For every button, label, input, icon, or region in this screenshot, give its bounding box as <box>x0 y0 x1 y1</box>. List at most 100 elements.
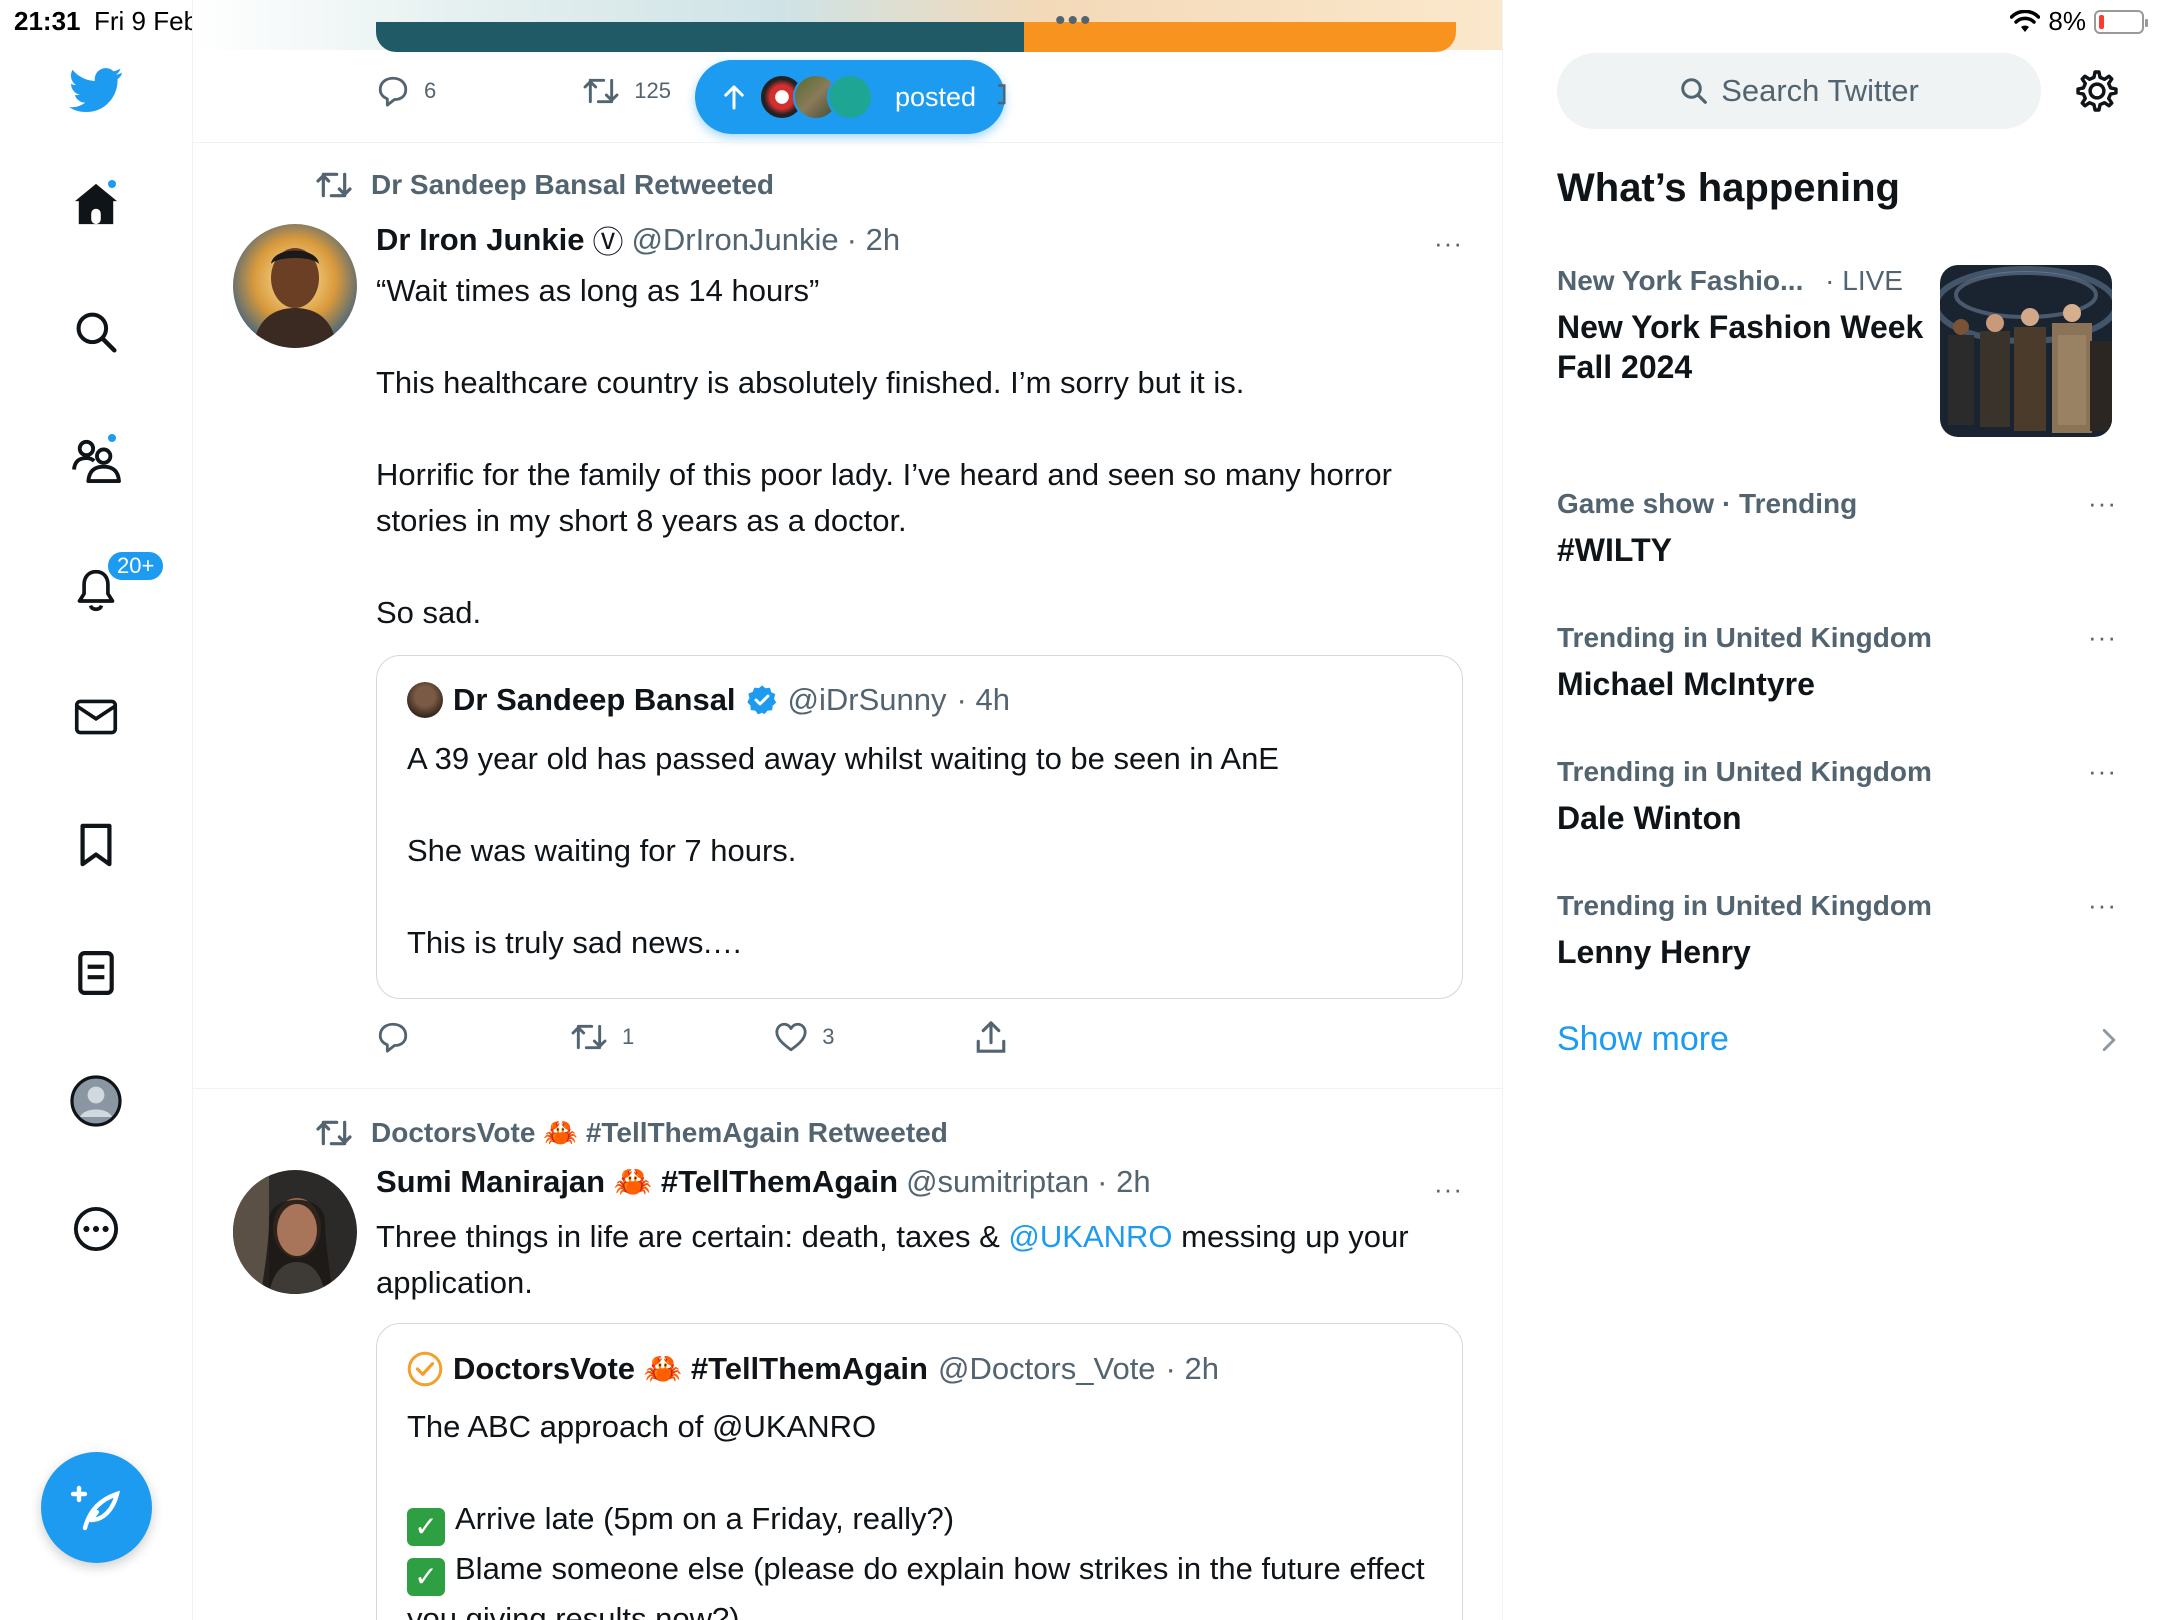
trend-name: #WILTY <box>1557 532 1672 568</box>
left-nav: 20+ <box>0 0 193 1620</box>
quoted-tweet[interactable]: DoctorsVote 🦀 #TellThemAgain @Doctors_Vo… <box>376 1323 1463 1620</box>
author-avatar[interactable] <box>233 224 357 348</box>
author-handle[interactable]: @sumitriptan <box>906 1164 1089 1200</box>
author-name[interactable]: Dr Iron Junkie <box>376 222 584 258</box>
notifications-badge: 20+ <box>106 550 166 582</box>
compose-tweet-button[interactable] <box>41 1452 152 1563</box>
reply-button[interactable] <box>376 1020 410 1054</box>
quoted-text-line: A 39 year old has passed away whilst wai… <box>407 741 1279 776</box>
like-count: 3 <box>822 1024 835 1049</box>
quoted-tweet-text: A 39 year old has passed away whilst wai… <box>407 736 1437 966</box>
verified-badge-icon: Ⓥ <box>592 225 624 260</box>
explore-search-icon[interactable] <box>66 302 126 362</box>
quoted-tweet-header: DoctorsVote 🦀 #TellThemAgain @Doctors_Vo… <box>407 1350 1219 1387</box>
more-options-icon[interactable] <box>66 1199 126 1259</box>
reply-button[interactable]: 6 <box>376 74 436 108</box>
share-icon <box>976 1021 1005 1053</box>
retweet-button[interactable]: 1 <box>570 1021 634 1053</box>
retweet-count: 1 <box>622 1024 635 1049</box>
trend-more-icon[interactable]: ··· <box>2088 622 2117 653</box>
trend-item[interactable]: Trending in United Kingdom Michael McInt… <box>1557 622 2117 704</box>
trend-item[interactable]: Trending in United Kingdom Lenny Henry ·… <box>1557 890 2117 972</box>
quoted-tweet-header: Dr Sandeep Bansal @iDrSunny · 4h <box>407 682 1010 718</box>
tweet-text-part: Three things in life are certain: death,… <box>376 1219 1009 1254</box>
new-posts-avatars <box>755 74 873 120</box>
show-more-link[interactable]: Show more <box>1557 1020 2117 1059</box>
retweet-icon <box>571 1024 607 1050</box>
quoted-author-name: DoctorsVote 🦀 #TellThemAgain <box>453 1351 928 1386</box>
tweet-time[interactable]: · 2h <box>1097 1164 1150 1200</box>
author-name[interactable]: Sumi Manirajan 🦀 #TellThemAgain <box>376 1163 898 1200</box>
retweeted-by[interactable]: Dr Sandeep Bansal Retweeted <box>371 169 774 201</box>
like-button[interactable]: 3 <box>774 1021 835 1053</box>
tweet[interactable]: DoctorsVote 🦀 #TellThemAgain Retweeted S… <box>193 1088 1502 1620</box>
trend-item[interactable]: Game show · Trending #WILTY ··· <box>1557 488 2117 570</box>
trend-item[interactable]: New York Fashio... · LIVE New York Fashi… <box>1557 265 1927 387</box>
trend-name: Dale Winton <box>1557 800 1742 836</box>
chevron-right-icon <box>2102 1028 2116 1051</box>
lists-icon[interactable] <box>66 943 126 1003</box>
author-handle[interactable]: @DrIronJunkie <box>631 222 838 258</box>
trend-more-icon[interactable]: ··· <box>2088 890 2117 921</box>
right-sidebar: Search Twitter What’s happening New York… <box>1503 0 2160 1620</box>
trend-more-icon[interactable]: ··· <box>2088 756 2117 787</box>
previous-tweet-media[interactable] <box>376 22 1456 52</box>
quoted-list-text: Arrive late (5pm on a Friday, really?) <box>455 1501 955 1536</box>
tweet-text-line: So sad. <box>376 595 482 630</box>
quoted-tweet-time: · 4h <box>956 682 1010 717</box>
twitter-logo-icon[interactable] <box>66 60 126 120</box>
new-posts-pill[interactable]: posted <box>695 60 1005 134</box>
header-ellipsis-icon[interactable]: ••• <box>1055 4 1093 38</box>
heart-icon <box>775 1022 807 1052</box>
author-avatar[interactable] <box>233 1170 357 1294</box>
retweet-button[interactable]: 125 <box>582 75 671 107</box>
reply-count: 6 <box>424 78 437 103</box>
share-icon[interactable] <box>993 78 1013 108</box>
tweet-text-line: Horrific for the family of this poor lad… <box>376 457 1392 538</box>
checkmark-icon: ✓ <box>407 1558 445 1596</box>
tweet-more-icon[interactable]: ··· <box>1434 1174 1463 1205</box>
new-posts-label: posted <box>895 81 977 112</box>
quoted-list-text: Blame someone else (please do explain ho… <box>407 1551 1425 1620</box>
search-box[interactable]: Search Twitter <box>1557 53 2041 129</box>
share-button[interactable] <box>975 1020 1007 1054</box>
arrow-up-icon <box>724 85 744 110</box>
mention-link[interactable]: @UKANRO <box>1008 1219 1172 1254</box>
retweet-context: Dr Sandeep Bansal Retweeted <box>315 169 774 201</box>
tweet-header: Dr Iron Junkie Ⓥ @DrIronJunkie · 2h <box>376 217 900 262</box>
quoted-author-handle: @iDrSunny <box>787 682 947 717</box>
tweet-text: “Wait times as long as 14 hours” This he… <box>376 268 1436 636</box>
tweet[interactable]: Dr Sandeep Bansal Retweeted Dr Iron Junk… <box>193 142 1502 1088</box>
quoted-list-item: ✓ Arrive late (5pm on a Friday, really?) <box>407 1496 1437 1546</box>
retweeted-by[interactable]: DoctorsVote 🦀 #TellThemAgain Retweeted <box>371 1116 948 1149</box>
trend-name: Michael McIntyre <box>1557 666 1815 702</box>
profile-avatar-icon[interactable] <box>66 1071 126 1131</box>
tweet-time[interactable]: · 2h <box>847 222 900 258</box>
messages-envelope-icon[interactable] <box>66 687 126 747</box>
communities-icon[interactable] <box>66 430 126 490</box>
trend-meta: Trending in United Kingdom <box>1557 622 1932 653</box>
settings-gear-icon[interactable] <box>2074 68 2120 114</box>
retweet-icon <box>583 78 619 104</box>
compose-feather-icon <box>70 1485 120 1530</box>
retweet-icon <box>316 1120 352 1145</box>
home-unread-dot <box>106 178 118 190</box>
home-icon[interactable] <box>66 174 126 234</box>
trend-name: New York Fashion Week Fall 2024 <box>1557 309 1924 385</box>
quoted-author-avatar <box>407 1351 443 1386</box>
quoted-author-avatar <box>407 682 443 718</box>
prev-tweet-actions: 6 125 <box>376 74 671 108</box>
tweet-more-icon[interactable]: ··· <box>1434 228 1463 259</box>
trend-more-icon[interactable]: ··· <box>2088 488 2117 519</box>
notifications-bell-icon[interactable]: 20+ <box>66 550 166 620</box>
verified-check-icon <box>746 685 776 715</box>
quoted-text-line: The ABC approach of @UKANRO <box>407 1409 877 1444</box>
tweet-header: Sumi Manirajan 🦀 #TellThemAgain @sumitri… <box>376 1163 1151 1200</box>
trend-item[interactable]: Trending in United Kingdom Dale Winton ·… <box>1557 756 2117 838</box>
bookmarks-icon[interactable] <box>66 815 126 875</box>
trend-thumbnail[interactable] <box>1940 265 2112 437</box>
trend-category: New York Fashio... <box>1557 265 1804 296</box>
trend-meta: New York Fashio... · LIVE <box>1557 265 1927 297</box>
quoted-tweet[interactable]: Dr Sandeep Bansal @iDrSunny · 4h A 39 ye… <box>376 655 1463 999</box>
communities-unread-dot <box>106 432 118 444</box>
